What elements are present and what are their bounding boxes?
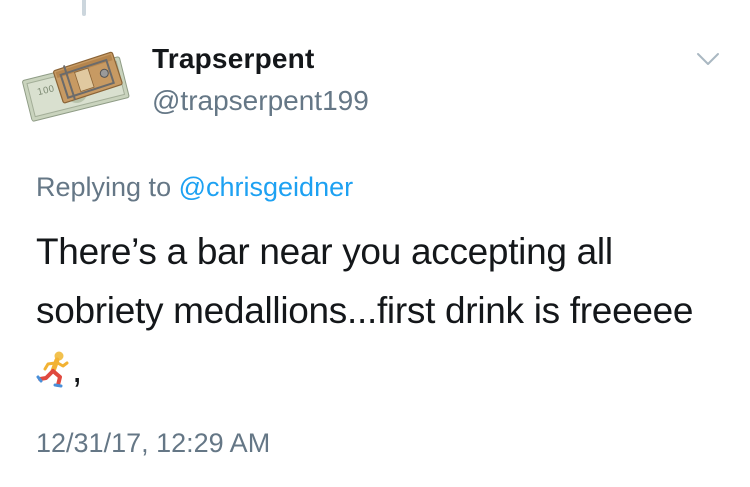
user-info[interactable]: Trapserpent @trapserpent199 (152, 42, 369, 118)
tweet-timestamp[interactable]: 12/31/17, 12:29 AM (36, 426, 270, 460)
tweet-body: There’s a bar near you accepting all sob… (36, 231, 694, 331)
user-handle[interactable]: @trapserpent199 (152, 84, 369, 118)
avatar[interactable]: 100 (20, 30, 132, 142)
mention-link[interactable]: @chrisgeidner (179, 172, 354, 202)
chevron-down-icon[interactable] (696, 51, 720, 67)
thread-connector-line (82, 0, 86, 16)
tweet-text: There’s a bar near you accepting all sob… (36, 222, 726, 399)
display-name[interactable]: Trapserpent (152, 42, 369, 76)
replying-prefix: Replying to (36, 172, 172, 202)
replying-to-line: Replying to @chrisgeidner (36, 170, 353, 204)
tweet-body-tail: , (72, 349, 82, 390)
runner-icon (36, 346, 72, 388)
money-mousetrap-icon: 100 (20, 30, 132, 142)
